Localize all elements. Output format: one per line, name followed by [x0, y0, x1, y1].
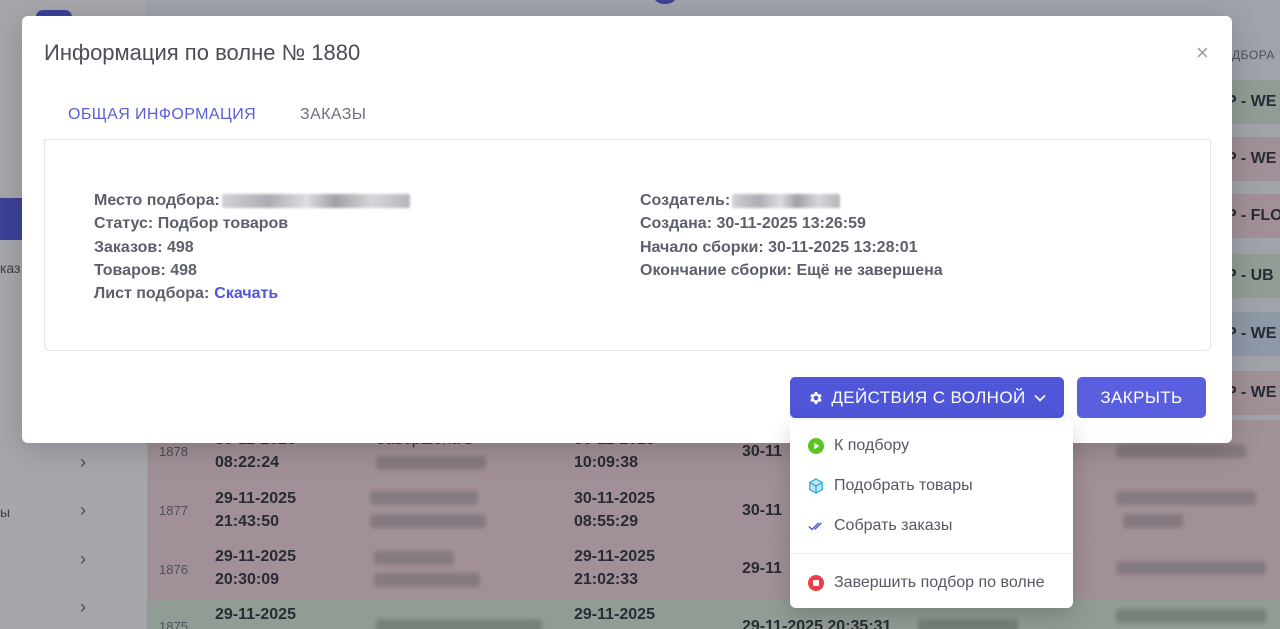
- picklist-label: Лист подбора:: [94, 285, 210, 303]
- info-orders-count: Заказов: 498: [94, 238, 194, 256]
- info-column-left: Место подбора: Статус: Подбор товаров За…: [94, 189, 410, 305]
- info-column-right: Создатель: Создана: 30-11-2025 13:26:59 …: [640, 189, 943, 282]
- info-assembly-end: Окончание сборки: Ещё не завершена: [640, 261, 943, 279]
- download-picklist-link[interactable]: Скачать: [214, 282, 278, 305]
- info-goods-count: Товаров: 498: [94, 261, 197, 279]
- wave-actions-label: ДЕЙСТВИЯ С ВОЛНОЙ: [831, 387, 1026, 407]
- info-assembly-start: Начало сборки: 30-11-2025 13:28:01: [640, 238, 918, 256]
- info-location: Место подбора:: [94, 189, 410, 212]
- general-info-panel: Место подбора: Статус: Подбор товаров За…: [44, 140, 1211, 351]
- menu-item-assemble-orders[interactable]: Собрать заказы: [790, 508, 1073, 544]
- wave-info-modal: Информация по волне № 1880 × ОБЩАЯ ИНФОР…: [22, 16, 1232, 443]
- location-label: Место подбора:: [94, 192, 220, 209]
- chevron-down-icon: [1034, 394, 1046, 402]
- info-status: Статус: Подбор товаров: [94, 215, 289, 233]
- menu-item-label: К подбору: [834, 437, 910, 454]
- wave-actions-button[interactable]: ДЕЙСТВИЯ С ВОЛНОЙ: [790, 377, 1064, 418]
- play-circle-icon: [808, 438, 824, 454]
- location-value-redacted: [221, 193, 410, 208]
- menu-item-label: Подобрать товары: [834, 477, 973, 494]
- menu-divider: [790, 553, 1073, 554]
- creator-label: Создатель:: [640, 192, 731, 209]
- gear-icon: [810, 391, 823, 404]
- creator-value-redacted: [732, 193, 841, 208]
- menu-item-to-picking[interactable]: К подбору: [790, 428, 1073, 464]
- tab-general-info[interactable]: ОБЩАЯ ИНФОРМАЦИЯ: [68, 106, 256, 124]
- menu-item-label: Завершить подбор по волне: [834, 574, 1045, 591]
- wave-actions-menu: К подбору Подобрать товары Собрать заказ…: [790, 420, 1073, 608]
- close-button[interactable]: ЗАКРЫТЬ: [1077, 377, 1206, 418]
- modal-title: Информация по волне № 1880: [44, 40, 361, 65]
- info-creator: Создатель:: [640, 189, 943, 212]
- menu-item-pick-goods[interactable]: Подобрать товары: [790, 468, 1073, 504]
- stop-circle-icon: [808, 575, 824, 591]
- menu-item-finish-wave[interactable]: Завершить подбор по волне: [790, 565, 1073, 601]
- menu-item-label: Собрать заказы: [834, 517, 953, 534]
- modal-tabs: ОБЩАЯ ИНФОРМАЦИЯ ЗАКАЗЫ: [44, 96, 1210, 140]
- info-picklist: Лист подбора: Скачать: [94, 282, 410, 305]
- cube-icon: [808, 478, 824, 494]
- double-check-icon: [808, 518, 824, 534]
- tab-orders[interactable]: ЗАКАЗЫ: [300, 106, 366, 124]
- close-icon[interactable]: ×: [1196, 42, 1209, 64]
- info-created: Создана: 30-11-2025 13:26:59: [640, 215, 866, 233]
